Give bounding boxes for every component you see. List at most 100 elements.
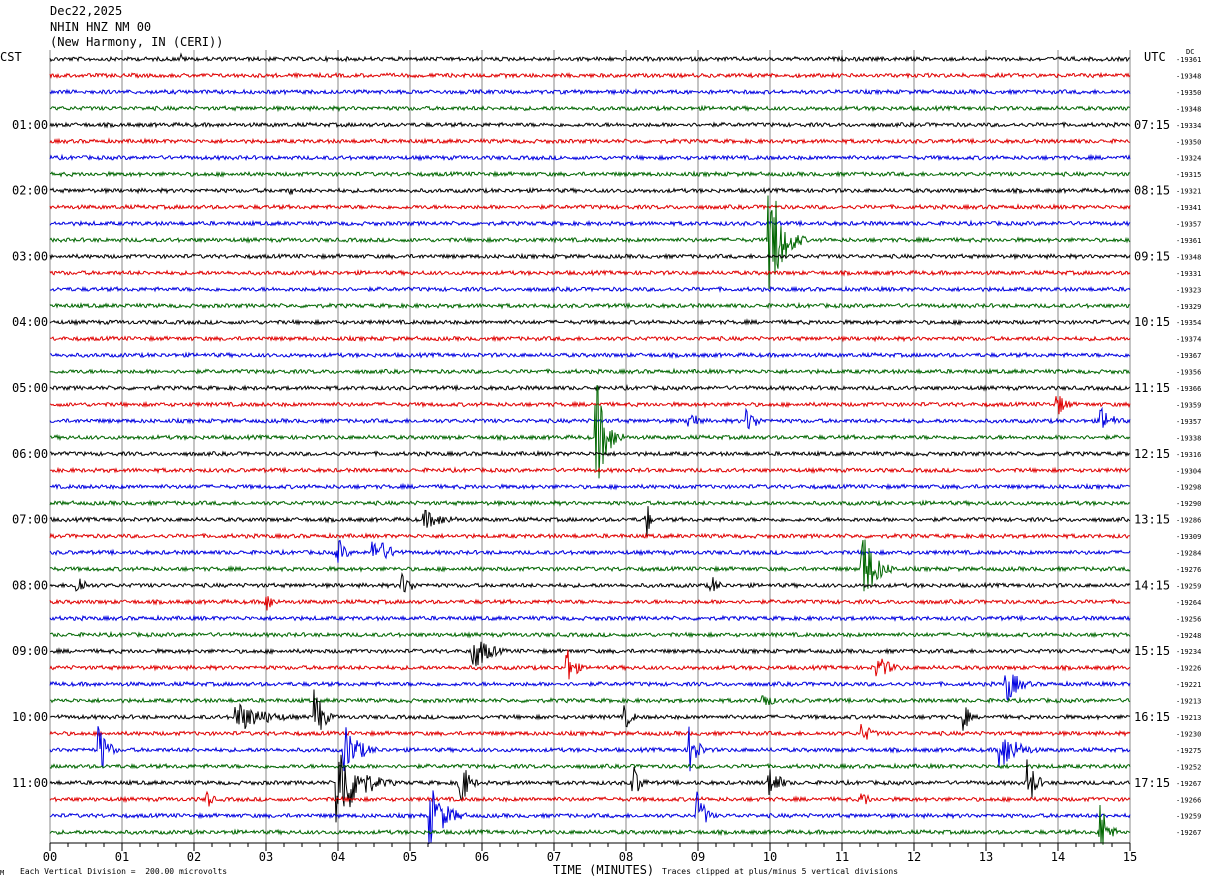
- utc-time-label: 16:15: [1134, 710, 1170, 724]
- dc-offset-label: -19316: [1176, 451, 1201, 459]
- x-tick-label: 10: [763, 850, 777, 864]
- dc-offset-label: -19290: [1176, 500, 1201, 508]
- dc-offset-label: -19324: [1176, 155, 1201, 163]
- dc-offset-label: -19321: [1176, 188, 1201, 196]
- trace-row-37: [49, 649, 1131, 680]
- trace-row-28: [49, 506, 1131, 537]
- cst-time-label: 05:00: [12, 381, 48, 395]
- dc-offset-label: -19213: [1176, 714, 1201, 722]
- trace-row-29: [49, 532, 1130, 540]
- x-tick-label: 09: [691, 850, 705, 864]
- dc-offset-label: -19298: [1176, 484, 1201, 492]
- trace-row-19: [49, 367, 1131, 375]
- dc-offset-label: -19267: [1176, 829, 1201, 837]
- cst-time-label: 04:00: [12, 315, 48, 329]
- dc-offset-label: -19234: [1176, 648, 1201, 656]
- trace-row-13: [49, 269, 1131, 277]
- dc-offset-label: -19334: [1176, 122, 1201, 130]
- dc-offset-label: -19350: [1176, 138, 1201, 146]
- x-tick-label: 01: [115, 850, 129, 864]
- dc-offset-label: -19259: [1176, 813, 1201, 821]
- plot-grid: [49, 50, 1131, 843]
- x-tick-label: 00: [43, 850, 57, 864]
- utc-time-labels: 07:15 08:15 09:15 10:15 11:15 12:15 13:15 14:15…: [1134, 118, 1170, 790]
- utc-time-label: 11:15: [1134, 381, 1170, 395]
- clip-note: Traces clipped at plus/minus 5 vertical …: [662, 867, 899, 876]
- trace-row-27: [49, 499, 1131, 507]
- dc-offset-label: -19359: [1176, 401, 1201, 409]
- trace-row-31: [49, 539, 1131, 592]
- dc-offset-label: -19361: [1176, 56, 1201, 64]
- x-tick-label: 02: [187, 850, 201, 864]
- cst-time-label: 11:00: [12, 776, 48, 790]
- trace-row-38: [49, 674, 1131, 703]
- trace-row-34: [49, 614, 1131, 623]
- dc-offset-label: -19309: [1176, 533, 1201, 541]
- cst-time-label: 10:00: [12, 710, 48, 724]
- dc-offset-label: -19354: [1176, 319, 1201, 327]
- trace-row-6: [49, 153, 1131, 162]
- dc-offset-label: -19284: [1176, 550, 1201, 558]
- cst-time-labels: 01:00 02:00 03:00 04:00 05:00 06:00 07:00 08:00…: [12, 118, 48, 790]
- trace-row-39: [49, 695, 1131, 706]
- dc-offset-labels: -19361 -19348 -19350 -19348 -19334 -19350 -193…: [1176, 56, 1201, 837]
- trace-row-41: [49, 724, 1131, 740]
- utc-time-label: 09:15: [1134, 249, 1170, 263]
- dc-offset-label: -19361: [1176, 237, 1201, 245]
- trace-row-40: [49, 689, 1131, 731]
- trace-row-21: [49, 396, 1131, 415]
- trace-row-20: [49, 383, 1131, 392]
- x-tick-label: 05: [403, 850, 417, 864]
- dc-offset-label: -19266: [1176, 796, 1201, 804]
- cst-time-label: 01:00: [12, 118, 48, 132]
- corner-mark: M: [0, 869, 5, 877]
- dc-offset-label: -19356: [1176, 369, 1201, 377]
- dc-offset-label: -19264: [1176, 599, 1201, 607]
- trace-row-5: [49, 137, 1131, 145]
- dc-offset-label: -19348: [1176, 72, 1201, 80]
- x-tick-label: 04: [331, 850, 345, 864]
- dc-offset-label: -19357: [1176, 418, 1201, 426]
- x-axis-title: TIME (MINUTES): [553, 863, 655, 877]
- dc-offset-label: -19221: [1176, 681, 1201, 689]
- dc-offset-label: -19252: [1176, 763, 1201, 771]
- trace-row-30: [49, 539, 1131, 563]
- trace-row-14: [49, 285, 1131, 293]
- dc-offset-label: -19350: [1176, 89, 1201, 97]
- utc-time-label: 07:15: [1134, 118, 1170, 132]
- trace-row-47: [49, 804, 1131, 845]
- dc-offset-label: -19304: [1176, 467, 1201, 475]
- trace-row-9: [49, 203, 1131, 211]
- dc-offset-label: -19213: [1176, 698, 1201, 706]
- trace-row-35: [50, 630, 1131, 639]
- x-tick-label: 03: [259, 850, 273, 864]
- trace-row-26: [49, 482, 1131, 491]
- trace-row-11: [49, 195, 1131, 289]
- scale-note: Each Vertical Division = 200.00 microvol…: [20, 867, 228, 876]
- dc-offset-label: -19226: [1176, 665, 1201, 673]
- utc-time-label: 12:15: [1134, 447, 1170, 461]
- cst-time-label: 08:00: [12, 578, 48, 592]
- dc-offset-label: -19256: [1176, 615, 1201, 623]
- dc-offset-label: -19315: [1176, 171, 1201, 179]
- dc-offset-label: -19323: [1176, 286, 1201, 294]
- dc-offset-label: -19286: [1176, 517, 1201, 525]
- dc-offset-label: -19357: [1176, 221, 1201, 229]
- dc-offset-label: -19275: [1176, 747, 1201, 755]
- helicorder-plot: 00 01 02 03 04 05 06 07 08 09 10 11 12 13 14 15 01:00 02…: [12, 50, 1201, 864]
- utc-time-label: 13:15: [1134, 513, 1170, 527]
- trace-row-36: [49, 641, 1131, 667]
- dc-offset-label: -19366: [1176, 385, 1201, 393]
- x-tick-label: 06: [475, 850, 489, 864]
- x-tick-label: 12: [907, 850, 921, 864]
- dc-offset-label: -19341: [1176, 204, 1201, 212]
- trace-row-32: [49, 572, 1131, 593]
- trace-row-17: [50, 334, 1131, 343]
- trace-row-23: [49, 385, 1131, 479]
- cst-time-label: 02:00: [12, 184, 48, 198]
- dc-offset-label: -19374: [1176, 336, 1201, 344]
- dc-offset-label: -19338: [1176, 434, 1201, 442]
- trace-row-10: [49, 219, 1131, 228]
- dc-offset-label: -19331: [1176, 270, 1201, 278]
- trace-row-4: [49, 121, 1131, 129]
